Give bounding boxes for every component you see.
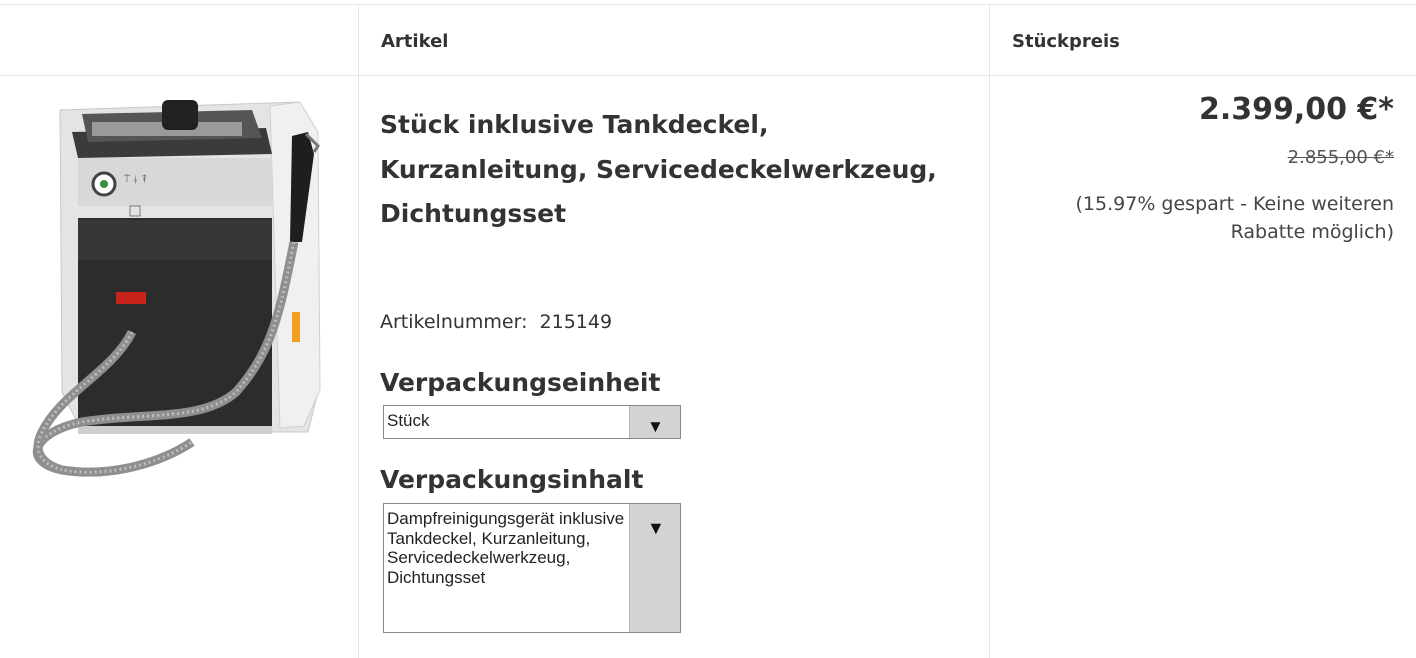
article-number-row: Artikelnummer: 215149 bbox=[380, 311, 612, 333]
product-price: 2.399,00 €* bbox=[1198, 92, 1394, 127]
old-price: 2.855,00 €* bbox=[1287, 147, 1394, 168]
packaging-unit-dropdown-button[interactable]: ▼ bbox=[629, 406, 680, 438]
column-divider-2 bbox=[989, 4, 990, 658]
packaging-unit-label: Verpackungseinheit bbox=[380, 368, 661, 397]
packaging-content-selected-value: Dampfreinigungsgerät inklusive Tankdecke… bbox=[387, 509, 625, 587]
packaging-unit-select[interactable]: Stück ▼ bbox=[383, 405, 681, 439]
article-number-value: 215149 bbox=[539, 311, 613, 333]
triangle-down-icon: ▼ bbox=[647, 518, 665, 538]
packaging-content-label: Verpackungsinhalt bbox=[380, 465, 644, 494]
column-divider-1 bbox=[358, 4, 359, 658]
packaging-content-select[interactable]: Dampfreinigungsgerät inklusive Tankdecke… bbox=[383, 503, 681, 633]
dental-steam-cleaner-icon: ⍑ ⸸ ⍒ bbox=[32, 100, 321, 477]
triangle-down-icon: ▼ bbox=[647, 417, 664, 436]
article-number-label: Artikelnummer: bbox=[380, 311, 528, 333]
table-top-border bbox=[0, 4, 1416, 5]
product-title[interactable]: Stück inklusive Tankdeckel, Kurzanleitun… bbox=[380, 103, 960, 237]
packaging-unit-selected-value: Stück bbox=[387, 411, 430, 430]
product-image[interactable]: ⍑ ⸸ ⍒ bbox=[22, 92, 350, 492]
table-header-divider bbox=[0, 75, 1416, 76]
column-header-article: Artikel bbox=[381, 31, 449, 52]
column-header-unit-price: Stückpreis bbox=[1012, 31, 1120, 52]
svg-text:⍑ ⸸ ⍒: ⍑ ⸸ ⍒ bbox=[124, 174, 147, 185]
saving-note: (15.97% gespart - Keine weiteren Rabatte… bbox=[1075, 193, 1394, 243]
packaging-content-dropdown-button[interactable]: ▼ bbox=[629, 504, 680, 632]
